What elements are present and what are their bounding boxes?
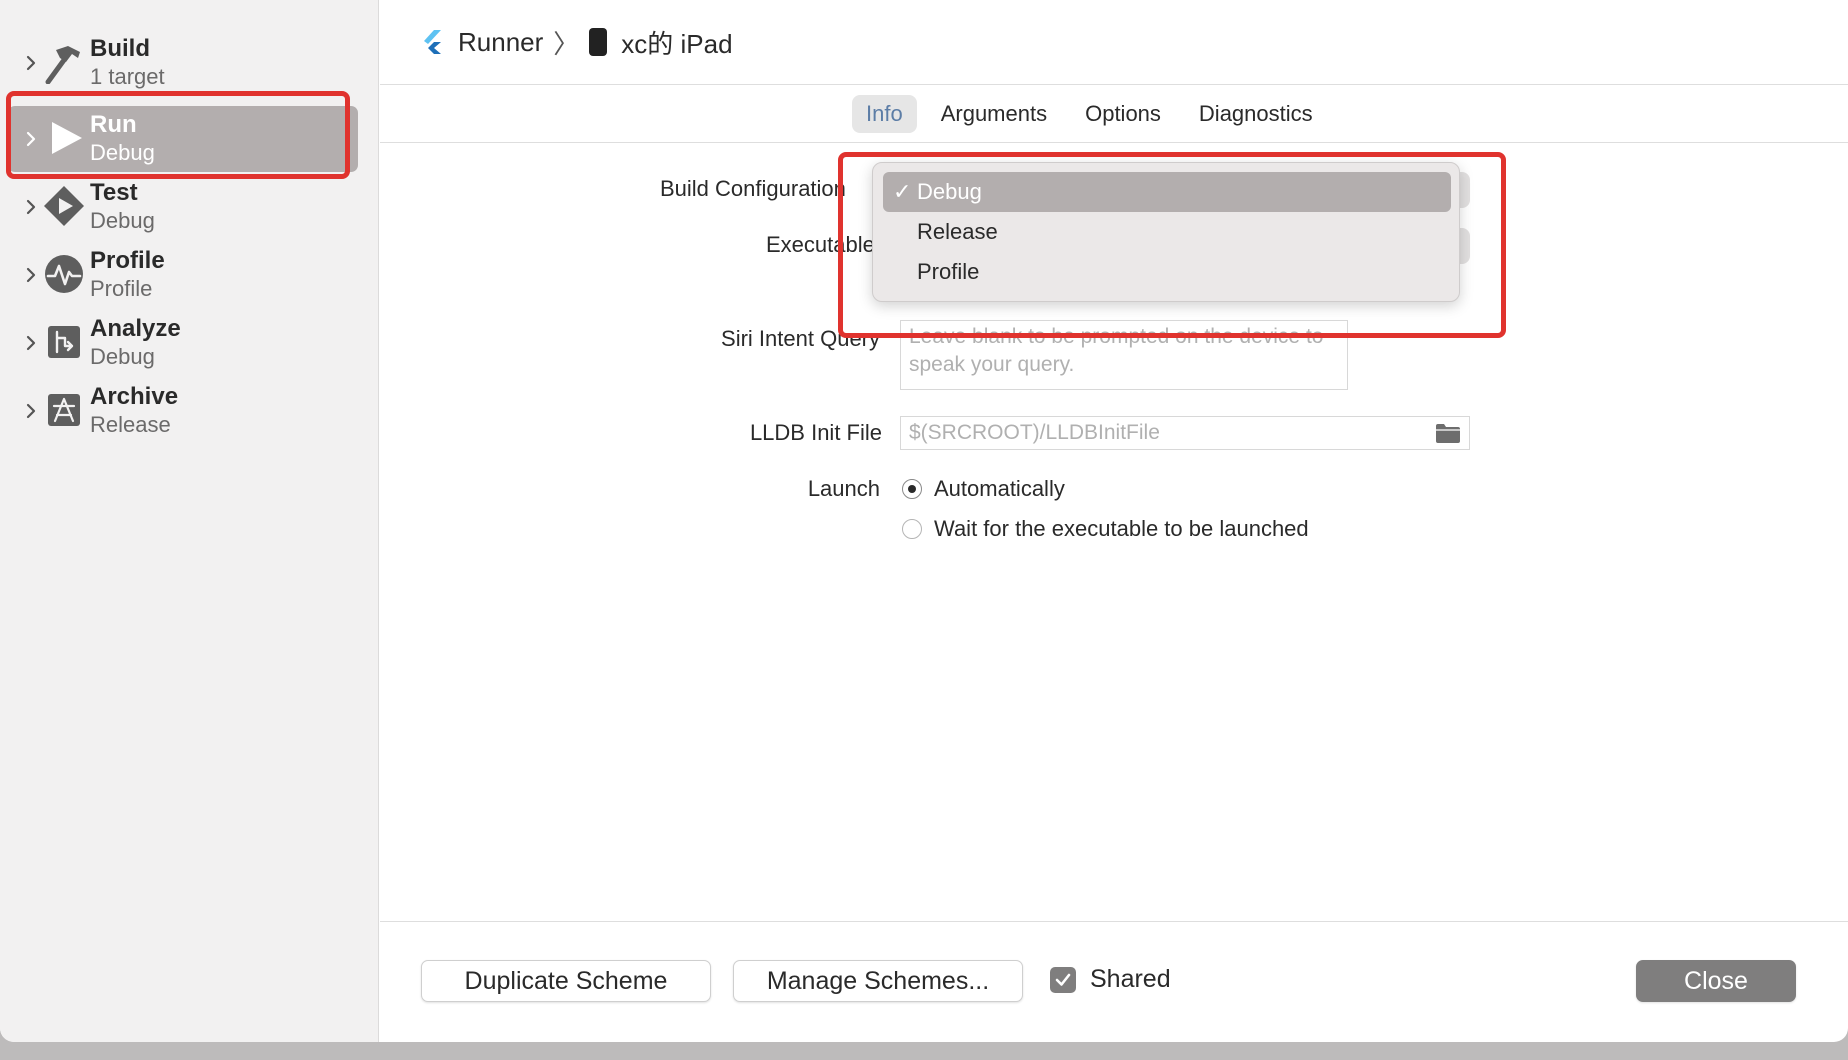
duplicate-scheme-button[interactable]: Duplicate Scheme bbox=[421, 960, 711, 1002]
scheme-actions-sidebar: Build 1 target Run Debug Test Debug Prof… bbox=[0, 0, 379, 1042]
sidebar-action-archive[interactable]: Archive Release bbox=[8, 378, 358, 444]
tab-bar: Info Arguments Options Diagnostics bbox=[852, 95, 1327, 133]
launch-option-wait[interactable]: Wait for the executable to be launched bbox=[902, 516, 1309, 542]
siri-intent-query-label: Siri Intent Query bbox=[721, 326, 880, 351]
lldb-init-file-label: LLDB Init File bbox=[749, 420, 882, 445]
sidebar-action-run[interactable]: Run Debug bbox=[8, 106, 358, 172]
menu-item-label: Release bbox=[917, 219, 998, 244]
radio-button[interactable] bbox=[902, 479, 922, 499]
footer-divider bbox=[380, 921, 1848, 922]
action-subtitle: Debug bbox=[90, 344, 155, 369]
action-name: Test bbox=[90, 179, 138, 206]
breadcrumb: Runner 〉 xc的 iPad bbox=[420, 22, 733, 62]
hammer-icon bbox=[45, 46, 80, 84]
manage-schemes-button[interactable]: Manage Schemes... bbox=[733, 960, 1023, 1002]
build-configuration-menu: ✓ Debug Release Profile bbox=[872, 162, 1460, 302]
menu-item-profile[interactable]: Profile bbox=[883, 252, 1451, 292]
ipad-icon bbox=[589, 28, 608, 56]
flutter-icon bbox=[424, 30, 441, 54]
shared-checkbox-row[interactable]: Shared bbox=[1050, 965, 1171, 994]
sidebar-action-profile[interactable]: Profile Profile bbox=[8, 242, 358, 308]
lldb-init-file-field[interactable]: $(SRCROOT)/LLDBInitFile bbox=[900, 416, 1470, 450]
menu-item-release[interactable]: Release bbox=[883, 212, 1451, 252]
menu-item-debug[interactable]: ✓ Debug bbox=[883, 172, 1451, 212]
tab-info[interactable]: Info bbox=[852, 95, 917, 133]
radio-button[interactable] bbox=[902, 519, 922, 539]
sidebar-action-test[interactable]: Test Debug bbox=[8, 174, 358, 240]
launch-label: Launch bbox=[807, 476, 880, 501]
breadcrumb-project[interactable]: Runner bbox=[458, 27, 543, 58]
action-name: Analyze bbox=[90, 315, 181, 342]
launch-option-automatically[interactable]: Automatically bbox=[902, 476, 1065, 502]
checkmark-icon: ✓ bbox=[893, 179, 912, 204]
chevron-right-icon[interactable] bbox=[20, 264, 42, 286]
close-button[interactable]: Close bbox=[1636, 960, 1796, 1002]
action-subtitle: Debug bbox=[90, 208, 155, 233]
test-diamond-icon bbox=[44, 186, 84, 226]
checkmark-icon bbox=[1055, 973, 1071, 986]
scheme-editor-sheet: Build 1 target Run Debug Test Debug Prof… bbox=[0, 0, 1848, 1042]
lldb-init-file-placeholder: $(SRCROOT)/LLDBInitFile bbox=[909, 421, 1160, 444]
breadcrumb-separator: 〉 bbox=[553, 28, 580, 59]
chevron-right-icon[interactable] bbox=[20, 196, 42, 218]
chevron-right-icon[interactable] bbox=[20, 52, 42, 74]
launch-option-label: Automatically bbox=[934, 476, 1065, 501]
tabs-divider bbox=[380, 142, 1848, 143]
action-subtitle: Debug bbox=[90, 140, 155, 165]
shared-checkbox[interactable] bbox=[1050, 966, 1076, 993]
chevron-right-icon[interactable] bbox=[20, 400, 42, 422]
shared-label: Shared bbox=[1090, 965, 1171, 993]
tab-diagnostics[interactable]: Diagnostics bbox=[1185, 95, 1327, 133]
action-name: Archive bbox=[90, 383, 179, 410]
executable-label: Executable bbox=[766, 232, 875, 257]
action-subtitle: 1 target bbox=[90, 64, 165, 89]
analyze-icon bbox=[48, 326, 80, 358]
header-divider bbox=[380, 84, 1848, 85]
sidebar-action-analyze[interactable]: Analyze Debug bbox=[8, 310, 358, 376]
play-icon bbox=[52, 122, 82, 154]
tab-arguments[interactable]: Arguments bbox=[927, 95, 1061, 133]
chevron-right-icon[interactable] bbox=[20, 332, 42, 354]
menu-item-label: Profile bbox=[917, 259, 980, 284]
siri-intent-query-field[interactable]: Leave blank to be prompted on the device… bbox=[900, 320, 1348, 390]
action-name: Run bbox=[90, 111, 137, 138]
build-configuration-label: Build Configuration bbox=[660, 176, 846, 201]
archive-icon bbox=[48, 394, 80, 426]
action-subtitle: Profile bbox=[90, 276, 153, 301]
folder-icon[interactable] bbox=[1435, 422, 1461, 444]
chevron-right-icon[interactable] bbox=[20, 128, 42, 150]
sidebar-action-build[interactable]: Build 1 target bbox=[8, 30, 358, 96]
waveform-icon bbox=[45, 255, 83, 293]
menu-item-label: Debug bbox=[917, 179, 982, 204]
action-name: Profile bbox=[90, 247, 165, 274]
action-name: Build bbox=[90, 35, 150, 62]
launch-option-label: Wait for the executable to be launched bbox=[934, 516, 1309, 541]
breadcrumb-device[interactable]: xc的 iPad bbox=[621, 24, 732, 61]
action-subtitle: Release bbox=[90, 412, 171, 437]
tab-options[interactable]: Options bbox=[1071, 95, 1175, 133]
